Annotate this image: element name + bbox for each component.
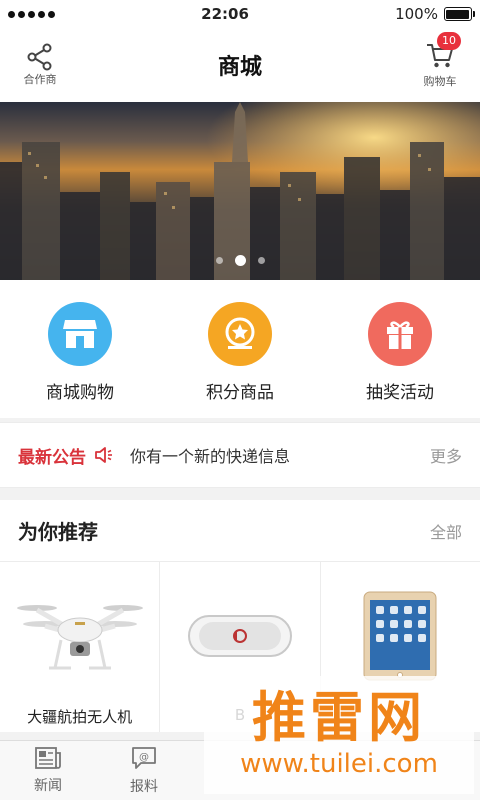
points-goods-button[interactable]: 积分商品: [170, 301, 310, 403]
product-name: 大疆航拍无人机: [27, 708, 133, 726]
cart-count-badge: 10: [437, 31, 461, 50]
notice-more-link[interactable]: 更多: [430, 443, 462, 467]
svg-text:@: @: [139, 752, 149, 763]
recommend-header: 为你推荐 全部: [0, 500, 480, 562]
battery-percent: 100%: [395, 5, 438, 23]
city-skyline-image: [0, 102, 480, 280]
recommend-title: 为你推荐: [18, 520, 98, 544]
page-title: 商城: [217, 55, 262, 80]
tab-news-label: 新闻: [34, 777, 62, 794]
notice-title: 最新公告: [18, 447, 86, 468]
watermark-title: 推雷网: [252, 686, 426, 749]
speaker-icon: [95, 447, 112, 463]
notice-text[interactable]: 你有一个新的快递信息: [130, 443, 430, 467]
status-bar: 22:06 100%: [0, 0, 480, 28]
banner-carousel[interactable]: [0, 102, 480, 280]
carousel-dot-active[interactable]: [234, 255, 246, 266]
drone-image: [15, 576, 145, 696]
lottery-label: 抽奖活动: [366, 382, 434, 403]
partner-button[interactable]: 合作商: [18, 43, 62, 87]
store-icon: [48, 301, 112, 366]
report-icon: @: [132, 746, 156, 769]
tab-news[interactable]: 新闻: [0, 741, 96, 800]
partner-label: 合作商: [23, 73, 57, 86]
carousel-dot[interactable]: [215, 257, 223, 264]
battery-status: 100%: [395, 5, 475, 23]
notice-bar[interactable]: 最新公告 你有一个新的快递信息 更多: [0, 422, 480, 488]
points-goods-label: 积分商品: [206, 382, 274, 403]
carousel-indicator: [0, 255, 480, 266]
tab-report-label: 报料: [130, 778, 158, 795]
watermark-url: www.tuilei.com: [240, 749, 438, 779]
carousel-dot[interactable]: [257, 257, 265, 264]
battery-icon: [443, 7, 475, 21]
status-time: 22:06: [201, 5, 249, 23]
points-medal-icon: [208, 301, 272, 366]
quick-menu: 商城购物 积分商品 抽奖活动: [0, 280, 480, 418]
nav-bar: 合作商 商城 10 购物车: [0, 28, 480, 102]
shop-shopping-button[interactable]: 商城购物: [10, 301, 150, 403]
shop-shopping-label: 商城购物: [46, 382, 114, 403]
signal-icon: [8, 10, 55, 18]
recommend-all-link[interactable]: 全部: [430, 519, 462, 543]
share-icon: [27, 43, 52, 71]
cart-label: 购物车: [423, 74, 457, 88]
product-card[interactable]: 大疆航拍无人机: [0, 562, 161, 732]
lottery-button[interactable]: 抽奖活动: [330, 301, 470, 403]
newspaper-icon: [35, 746, 61, 769]
gift-icon: [368, 301, 432, 366]
cart-button[interactable]: 10 购物车: [418, 31, 462, 89]
watermark-logo: 推雷网 www.tuilei.com: [204, 676, 474, 794]
tab-report[interactable]: @ 报料: [96, 741, 192, 800]
